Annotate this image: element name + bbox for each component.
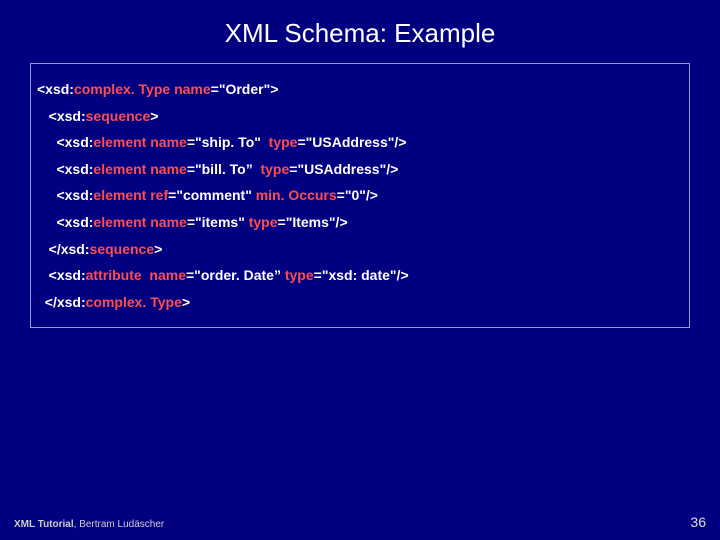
footer: XML Tutorial, Bertram Ludäscher 36 [14,514,706,530]
footer-credit: XML Tutorial, Bertram Ludäscher [14,519,164,530]
code-line-5: <xsd:element ref="comment" min. Occurs="… [37,182,679,209]
code-line-6: <xsd:element name="items" type="Items"/> [37,209,679,236]
code-line-3: <xsd:element name="ship. To" type="USAdd… [37,129,679,156]
slide-title: XML Schema: Example [0,0,720,63]
code-line-8: <xsd:attribute name="order. Date” type="… [37,262,679,289]
code-box: <xsd:complex. Type name="Order"> <xsd:se… [30,63,690,328]
code-line-7: </xsd:sequence> [37,236,679,263]
code-line-4: <xsd:element name="bill. To” type="USAdd… [37,156,679,183]
code-line-9: </xsd:complex. Type> [37,289,679,316]
code-line-2: <xsd:sequence> [37,103,679,130]
code-line-1: <xsd:complex. Type name="Order"> [37,76,679,103]
page-number: 36 [690,514,706,530]
